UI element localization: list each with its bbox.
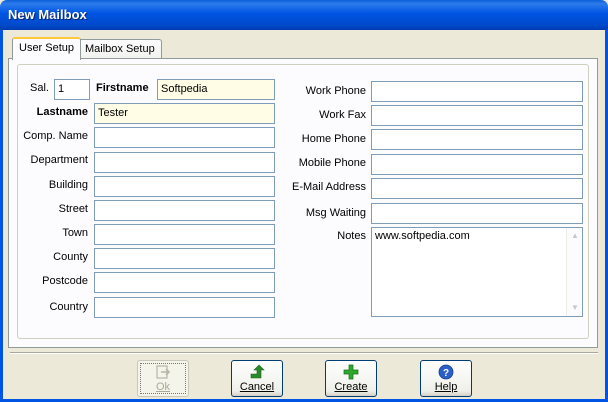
svg-text:?: ? xyxy=(443,368,449,379)
msg-waiting-field[interactable] xyxy=(371,203,583,224)
county-field[interactable] xyxy=(94,248,275,269)
building-label: Building xyxy=(48,179,88,191)
tab-user-setup-label: User Setup xyxy=(19,42,75,54)
country-field[interactable] xyxy=(94,297,275,318)
cancel-arrow-icon xyxy=(250,364,265,379)
firstname-label: Firstname xyxy=(96,82,149,94)
scroll-down-arrow-icon[interactable]: ▼ xyxy=(568,301,582,315)
lastname-label: Lastname xyxy=(36,106,88,118)
user-details-group: Sal. 1 Firstname Softpedia Lastname Test… xyxy=(17,64,589,339)
title-bar: New Mailbox xyxy=(0,0,608,30)
building-field[interactable] xyxy=(94,176,275,197)
postcode-field[interactable] xyxy=(94,272,275,293)
firstname-field[interactable]: Softpedia xyxy=(157,79,275,100)
county-label: County xyxy=(53,251,88,263)
scroll-up-arrow-icon[interactable]: ▲ xyxy=(568,229,582,243)
ok-button-label: Ok xyxy=(155,381,171,393)
department-field[interactable] xyxy=(94,152,275,173)
notes-label: Notes xyxy=(337,230,366,242)
window-title: New Mailbox xyxy=(8,7,87,22)
home-phone-label: Home Phone xyxy=(301,133,366,145)
work-phone-field[interactable] xyxy=(371,81,583,102)
town-label: Town xyxy=(62,227,88,239)
sal-field[interactable]: 1 xyxy=(54,79,90,100)
work-phone-label: Work Phone xyxy=(305,85,366,97)
help-button[interactable]: ? Help xyxy=(420,360,472,397)
home-phone-field[interactable] xyxy=(371,129,583,150)
mobile-phone-field[interactable] xyxy=(371,154,583,175)
create-button[interactable]: Create xyxy=(325,360,377,397)
ok-button[interactable]: Ok xyxy=(137,360,189,397)
work-fax-field[interactable] xyxy=(371,105,583,126)
create-button-label: Create xyxy=(334,381,368,393)
plus-icon xyxy=(343,364,359,380)
cancel-button[interactable]: Cancel xyxy=(231,360,283,397)
town-field[interactable] xyxy=(94,224,275,245)
notes-text: www.softpedia.com xyxy=(375,230,470,242)
user-setup-panel: Sal. 1 Firstname Softpedia Lastname Test… xyxy=(8,58,598,348)
email-field[interactable] xyxy=(371,178,583,199)
notes-scrollbar[interactable]: ▲ ▼ xyxy=(566,228,582,316)
tab-mailbox-setup[interactable]: Mailbox Setup xyxy=(78,39,162,59)
ok-arrow-icon xyxy=(156,365,171,379)
country-label: Country xyxy=(49,301,88,313)
comp-name-label: Comp. Name xyxy=(23,130,88,142)
msg-waiting-label: Msg Waiting xyxy=(305,207,366,219)
department-label: Department xyxy=(30,154,88,166)
help-button-label: Help xyxy=(434,381,458,393)
cancel-button-label: Cancel xyxy=(239,381,275,393)
lastname-field[interactable]: Tester xyxy=(94,103,275,124)
email-label: E-Mail Address xyxy=(292,181,366,193)
sal-label: Sal. xyxy=(30,82,49,94)
postcode-label: Postcode xyxy=(42,275,88,287)
street-field[interactable] xyxy=(94,200,275,221)
question-icon: ? xyxy=(438,364,454,380)
button-separator xyxy=(10,352,598,354)
work-fax-label: Work Fax xyxy=(319,109,366,121)
tab-user-setup[interactable]: User Setup xyxy=(12,37,82,60)
notes-textarea[interactable]: www.softpedia.com ▲ ▼ xyxy=(371,227,583,317)
street-label: Street xyxy=(58,203,88,215)
mobile-phone-label: Mobile Phone xyxy=(298,157,366,169)
comp-name-field[interactable] xyxy=(94,127,275,148)
tab-mailbox-setup-label: Mailbox Setup xyxy=(85,43,155,55)
